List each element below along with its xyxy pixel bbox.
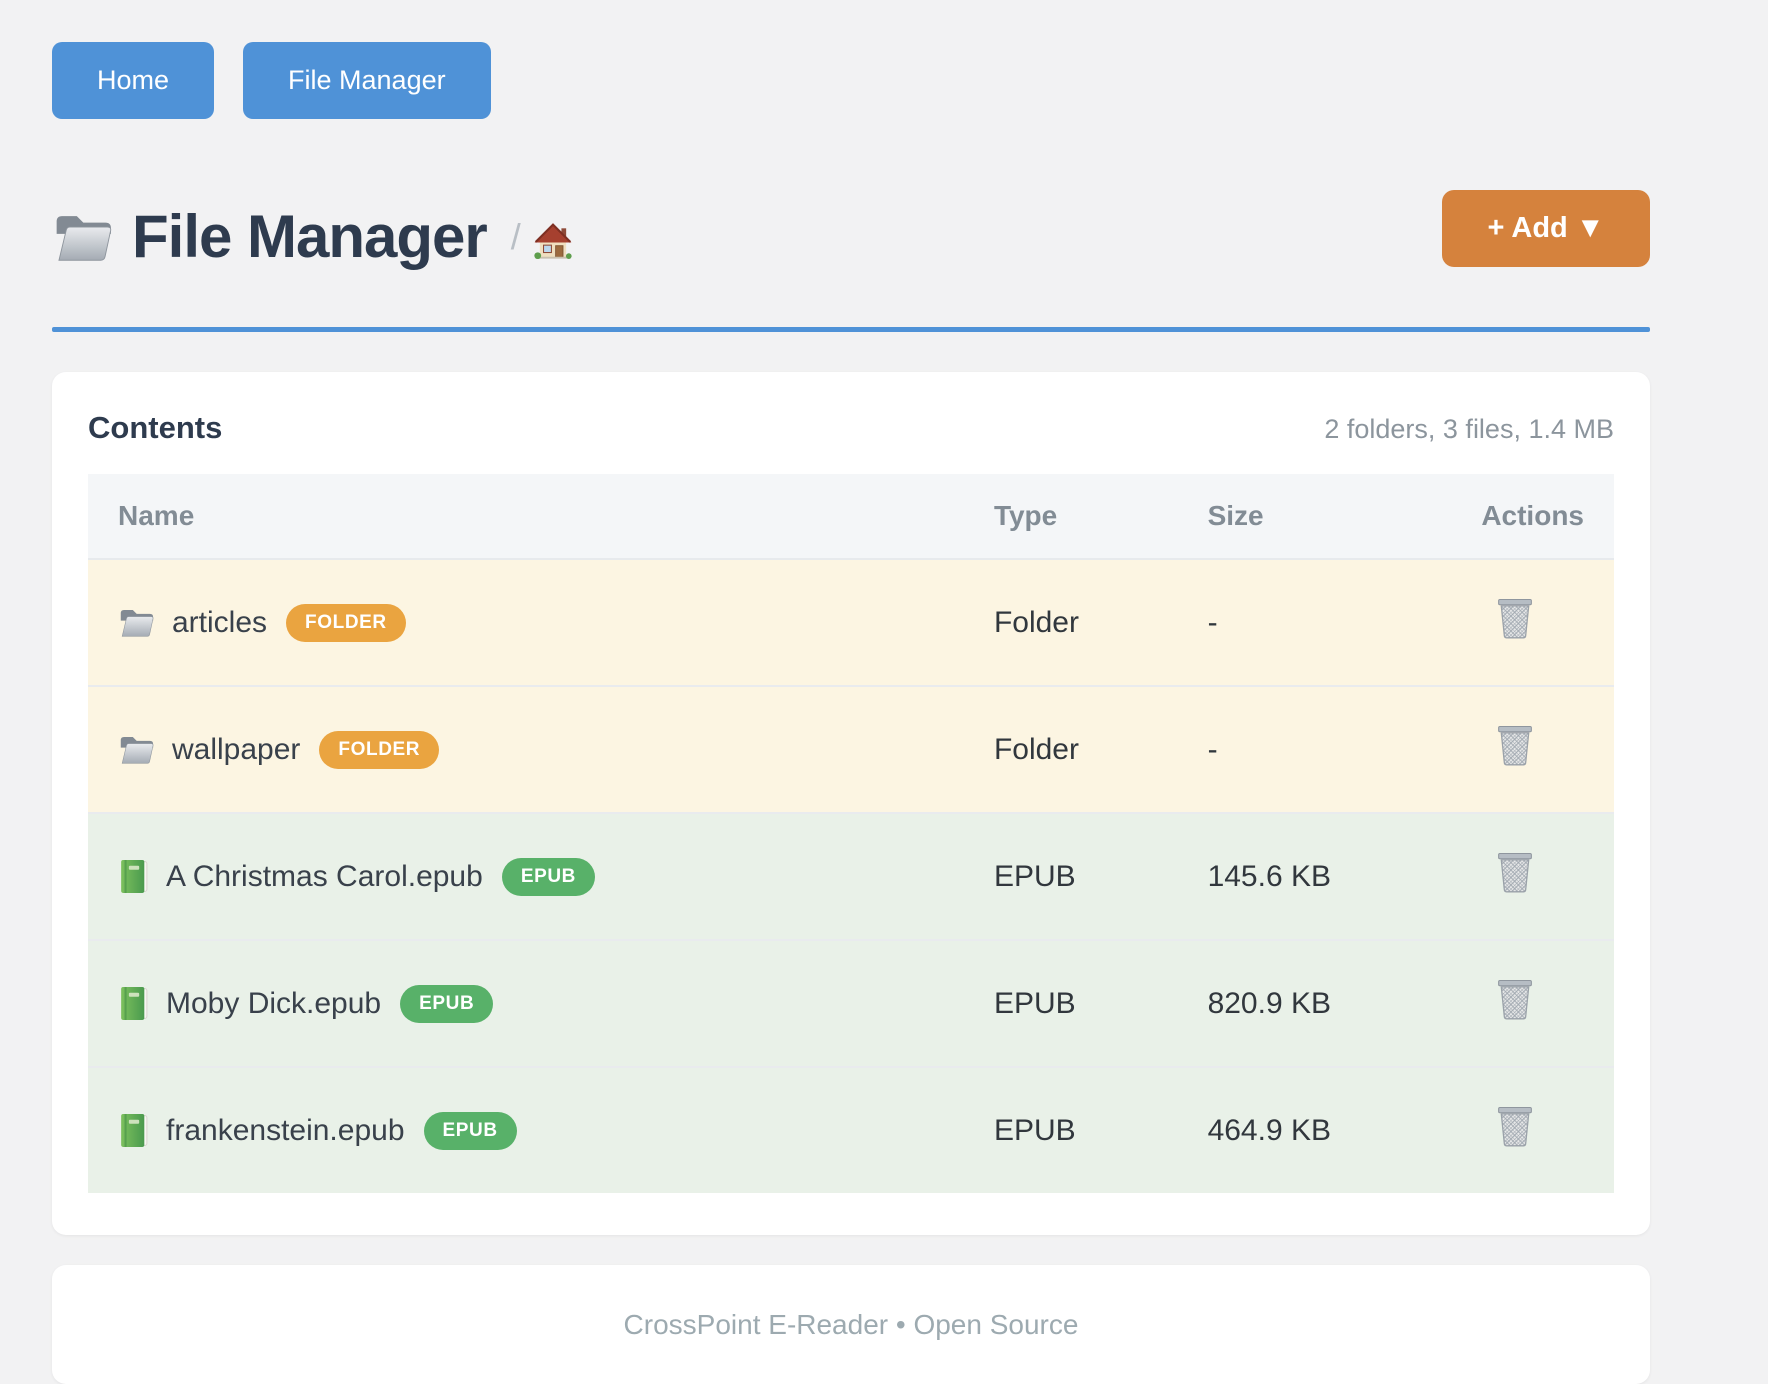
table-row[interactable]: wallpaper FOLDER Folder - (88, 686, 1614, 813)
column-header-actions: Actions (1468, 474, 1615, 559)
table-row[interactable]: Moby Dick.epub EPUB EPUB 820.9 KB (88, 940, 1614, 1067)
item-type: Folder (964, 559, 1178, 686)
item-name[interactable]: Moby Dick.epub (166, 987, 381, 1021)
item-size: 464.9 KB (1178, 1067, 1468, 1193)
trash-icon (1496, 978, 1534, 1021)
page-title: File Manager (132, 202, 487, 271)
page-header: File Manager / + Add ▼ (52, 190, 1650, 267)
table-row[interactable]: frankenstein.epub EPUB EPUB 464.9 KB (88, 1067, 1614, 1193)
item-size: 820.9 KB (1178, 940, 1468, 1067)
column-header-type: Type (964, 474, 1178, 559)
page: Home File Manager File Manager / (52, 0, 1650, 1384)
item-size: - (1178, 686, 1468, 813)
folder-icon (118, 606, 155, 639)
type-badge: EPUB (424, 1112, 517, 1150)
table-row[interactable]: A Christmas Carol.epub EPUB EPUB 145.6 K… (88, 813, 1614, 940)
trash-icon (1496, 724, 1534, 767)
item-name[interactable]: articles (172, 606, 267, 640)
table-header-row: Name Type Size Actions (88, 474, 1614, 559)
book-icon (118, 1113, 149, 1148)
footer-text: CrossPoint E-Reader • Open Source (624, 1309, 1079, 1341)
item-type: Folder (964, 686, 1178, 813)
item-type: EPUB (964, 1067, 1178, 1193)
type-badge: FOLDER (319, 731, 439, 769)
contents-card-header: Contents 2 folders, 3 files, 1.4 MB (88, 410, 1614, 446)
item-size: - (1178, 559, 1468, 686)
type-badge: EPUB (502, 858, 595, 896)
item-size: 145.6 KB (1178, 813, 1468, 940)
nav-bar: Home File Manager (52, 42, 1650, 119)
type-badge: FOLDER (286, 604, 406, 642)
book-icon (118, 859, 149, 894)
delete-button[interactable] (1496, 597, 1534, 640)
trash-icon (1496, 1105, 1534, 1148)
contents-card: Contents 2 folders, 3 files, 1.4 MB Name… (52, 372, 1650, 1235)
contents-summary: 2 folders, 3 files, 1.4 MB (1324, 414, 1614, 445)
folder-icon (118, 733, 155, 766)
trash-icon (1496, 851, 1534, 894)
nav-button-home[interactable]: Home (52, 42, 214, 119)
contents-heading: Contents (88, 410, 222, 446)
delete-button[interactable] (1496, 851, 1534, 894)
column-header-name: Name (88, 474, 964, 559)
header-divider (52, 327, 1650, 332)
type-badge: EPUB (400, 985, 493, 1023)
column-header-size: Size (1178, 474, 1468, 559)
footer-card: CrossPoint E-Reader • Open Source (52, 1265, 1650, 1384)
trash-icon (1496, 597, 1534, 640)
home-breadcrumb-icon[interactable] (533, 222, 573, 262)
files-table: Name Type Size Actions articles (88, 474, 1614, 1193)
delete-button[interactable] (1496, 1105, 1534, 1148)
title-group: File Manager / (52, 202, 573, 271)
delete-button[interactable] (1496, 724, 1534, 767)
item-name[interactable]: frankenstein.epub (166, 1114, 405, 1148)
nav-button-file-manager[interactable]: File Manager (243, 42, 491, 119)
breadcrumb-separator: / (511, 216, 521, 258)
add-button[interactable]: + Add ▼ (1442, 190, 1650, 267)
book-icon (118, 986, 149, 1021)
delete-button[interactable] (1496, 978, 1534, 1021)
item-name[interactable]: A Christmas Carol.epub (166, 860, 483, 894)
item-type: EPUB (964, 813, 1178, 940)
item-name[interactable]: wallpaper (172, 733, 300, 767)
item-type: EPUB (964, 940, 1178, 1067)
folder-icon (52, 210, 114, 264)
table-row[interactable]: articles FOLDER Folder - (88, 559, 1614, 686)
